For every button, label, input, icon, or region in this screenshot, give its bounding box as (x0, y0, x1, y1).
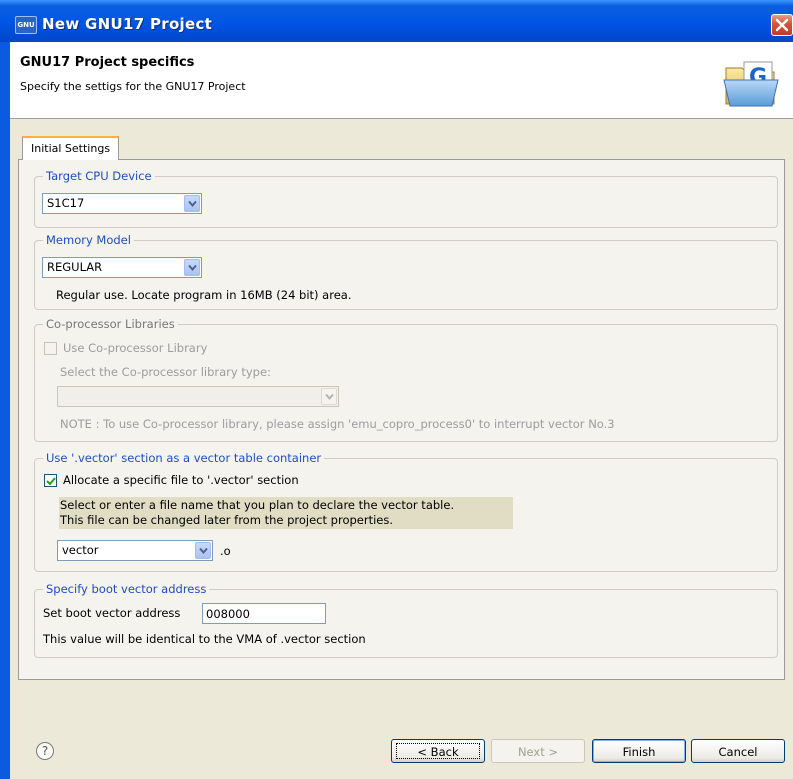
coprocessor-group: Co-processor Libraries Use Co-processor … (34, 317, 778, 442)
next-button-label: Next > (517, 745, 559, 759)
folder-g-icon: G (723, 61, 779, 107)
close-button[interactable] (771, 14, 793, 36)
cancel-button[interactable]: Cancel (691, 739, 785, 763)
header-description: Specify the settigs for the GNU17 Projec… (20, 80, 246, 93)
vector-file-select[interactable]: vector (57, 540, 213, 561)
chevron-down-icon (188, 264, 197, 272)
close-icon (775, 18, 789, 32)
next-button[interactable]: Next > (491, 739, 585, 763)
vector-info-line1: Select or enter a file name that you pla… (60, 498, 455, 512)
window-title: New GNU17 Project (42, 15, 213, 33)
target-cpu-group: Target CPU Device S1C17 (34, 169, 778, 228)
vector-info-line2: This file can be changed later from the … (60, 513, 394, 527)
vector-section-group: Use '.vector' section as a vector table … (34, 451, 778, 572)
target-cpu-value: S1C17 (47, 196, 85, 210)
memory-model-value: REGULAR (47, 260, 103, 274)
use-coprocessor-checkbox[interactable] (44, 342, 57, 355)
vector-section-legend: Use '.vector' section as a vector table … (43, 451, 325, 465)
target-cpu-legend: Target CPU Device (43, 169, 155, 183)
gnu-app-icon: GNU (15, 16, 37, 34)
wizard-header: GNU17 Project specifics Specify the sett… (10, 42, 793, 119)
boot-vector-legend: Specify boot vector address (43, 582, 210, 596)
chevron-down-icon (325, 393, 334, 401)
tab-initial-settings[interactable]: Initial Settings (22, 136, 120, 160)
coprocessor-legend: Co-processor Libraries (43, 317, 178, 331)
target-cpu-dropdown-button[interactable] (184, 195, 200, 212)
target-cpu-select[interactable]: S1C17 (42, 193, 202, 214)
memory-model-legend: Memory Model (43, 233, 134, 247)
boot-vector-note: This value will be identical to the VMA … (43, 632, 366, 646)
chevron-down-icon (188, 200, 197, 208)
header-title: GNU17 Project specifics (20, 55, 195, 70)
finish-button-label: Finish (622, 745, 656, 759)
back-button[interactable]: < Back (391, 739, 485, 763)
finish-button[interactable]: Finish (592, 739, 686, 763)
coprocessor-note: NOTE : To use Co-processor library, plea… (60, 417, 615, 431)
allocate-vector-checkbox[interactable] (44, 474, 57, 487)
memory-model-description: Regular use. Locate program in 16MB (24 … (56, 288, 352, 302)
window-left-border (0, 42, 10, 779)
coprocessor-type-label: Select the Co-processor library type: (60, 365, 271, 379)
chevron-down-icon (199, 547, 208, 555)
check-icon (46, 477, 56, 486)
memory-model-dropdown-button[interactable] (184, 259, 200, 276)
back-button-focus (396, 743, 480, 759)
vector-file-dropdown-button[interactable] (195, 542, 211, 559)
tab-panel-initial-settings: Target CPU Device S1C17 Memory Model REG… (18, 159, 785, 680)
boot-vector-address-input[interactable] (202, 603, 326, 624)
coprocessor-type-select[interactable] (57, 386, 339, 407)
vector-file-value: vector (62, 543, 99, 557)
memory-model-group: Memory Model REGULAR Regular use. Locate… (34, 233, 778, 310)
coprocessor-type-dropdown-button[interactable] (321, 388, 337, 405)
boot-vector-group: Specify boot vector address Set boot vec… (34, 582, 778, 658)
dialog-window: GNU New GNU17 Project GNU17 Project spec… (0, 0, 793, 779)
title-bar[interactable]: GNU New GNU17 Project (0, 0, 793, 42)
cancel-button-label: Cancel (718, 745, 758, 759)
vector-file-extension: .o (220, 544, 231, 558)
tab-area: Initial Settings Target CPU Device S1C17… (10, 128, 785, 680)
help-icon[interactable]: ? (36, 742, 54, 760)
memory-model-select[interactable]: REGULAR (42, 257, 202, 278)
boot-vector-address-field[interactable] (203, 604, 325, 623)
use-coprocessor-label: Use Co-processor Library (63, 341, 208, 355)
allocate-vector-label: Allocate a specific file to '.vector' se… (63, 473, 299, 487)
boot-vector-label: Set boot vector address (43, 606, 181, 620)
